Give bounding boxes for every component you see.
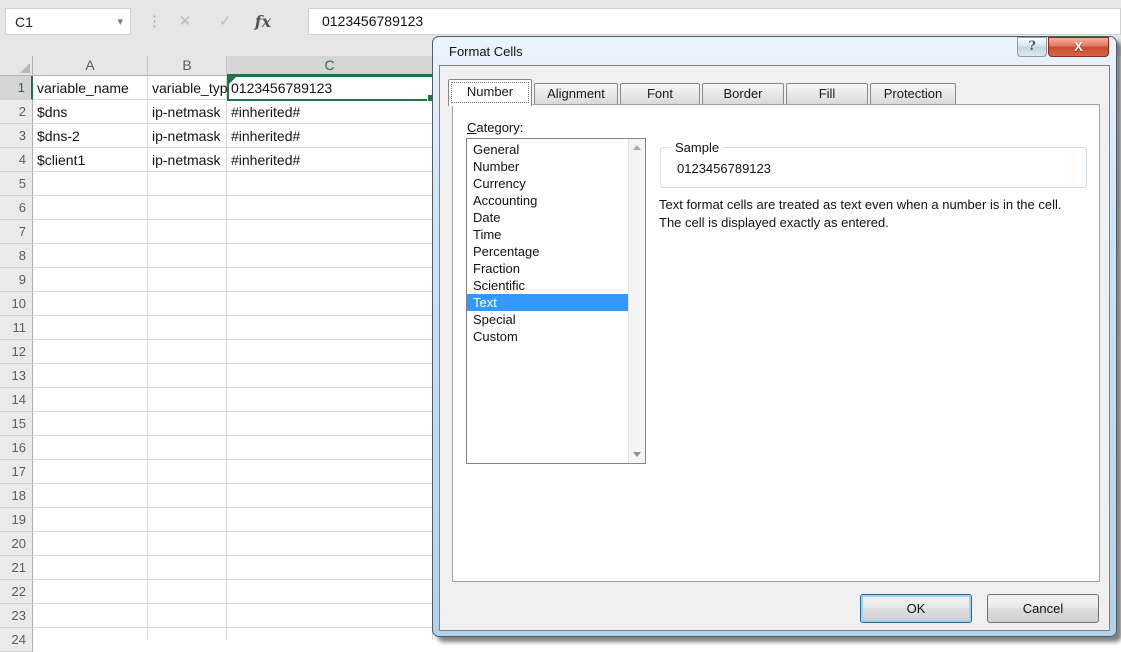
row-header-2[interactable]: 2: [0, 100, 33, 124]
tab-protection[interactable]: Protection: [870, 83, 956, 105]
row-header-10[interactable]: 10: [0, 292, 33, 316]
number-tab-panel: Category: GeneralNumberCurrencyAccountin…: [452, 104, 1100, 582]
row-header-6[interactable]: 6: [0, 196, 33, 220]
category-item-text[interactable]: Text: [467, 294, 628, 311]
category-item-time[interactable]: Time: [467, 226, 628, 243]
category-label: Category:: [467, 120, 523, 135]
category-item-general[interactable]: General: [467, 141, 628, 158]
tab-fill[interactable]: Fill: [786, 83, 868, 105]
category-scrollbar[interactable]: [628, 139, 645, 463]
category-item-currency[interactable]: Currency: [467, 175, 628, 192]
column-header-C[interactable]: C: [227, 56, 433, 76]
row-header-15[interactable]: 15: [0, 412, 33, 436]
column-header-A[interactable]: A: [33, 56, 148, 76]
formula-bar-separator-dots-icon: ⋮: [147, 12, 162, 30]
select-all-corner[interactable]: [0, 56, 33, 76]
cell-C4[interactable]: #inherited#: [227, 148, 433, 172]
scroll-down-icon: [633, 452, 641, 457]
cancel-entry-icon[interactable]: ✕: [168, 8, 202, 35]
row-header-22[interactable]: 22: [0, 580, 33, 604]
sample-value: 0123456789123: [677, 161, 771, 176]
sheet-grid[interactable]: variable_namevariable_type0123456789123$…: [33, 76, 435, 640]
dialog-title: Format Cells: [449, 44, 523, 59]
row-header-13[interactable]: 13: [0, 364, 33, 388]
selected-cell-outline: [227, 75, 434, 101]
row-header-9[interactable]: 9: [0, 268, 33, 292]
column-header-B[interactable]: B: [148, 56, 227, 76]
name-box-dropdown-icon[interactable]: ▾: [117, 15, 123, 28]
tab-border[interactable]: Border: [702, 83, 784, 105]
ok-button[interactable]: OK: [860, 594, 972, 623]
cell-B4[interactable]: ip-netmask: [148, 148, 227, 172]
cancel-button[interactable]: Cancel: [987, 594, 1099, 623]
format-description: Text format cells are treated as text ev…: [659, 196, 1061, 231]
name-box[interactable]: C1 ▾: [5, 8, 131, 35]
category-item-percentage[interactable]: Percentage: [467, 243, 628, 260]
category-item-date[interactable]: Date: [467, 209, 628, 226]
help-button[interactable]: ?: [1017, 37, 1047, 57]
cell-A2[interactable]: $dns: [33, 100, 148, 124]
close-button[interactable]: X: [1048, 37, 1109, 57]
row-header-19[interactable]: 19: [0, 508, 33, 532]
error-indicator-triangle-icon: [229, 77, 236, 84]
cell-B1[interactable]: variable_type: [148, 76, 227, 100]
row-header-1[interactable]: 1: [0, 76, 33, 100]
row-header-7[interactable]: 7: [0, 220, 33, 244]
row-header-16[interactable]: 16: [0, 436, 33, 460]
select-all-triangle-icon: [20, 63, 30, 73]
category-item-number[interactable]: Number: [467, 158, 628, 175]
row-header-5[interactable]: 5: [0, 172, 33, 196]
scroll-down-button[interactable]: [629, 446, 645, 463]
row-header-20[interactable]: 20: [0, 532, 33, 556]
category-item-special[interactable]: Special: [467, 311, 628, 328]
formula-input[interactable]: 0123456789123: [308, 8, 1121, 35]
row-header-21[interactable]: 21: [0, 556, 33, 580]
formula-value: 0123456789123: [322, 13, 1120, 29]
row-header-11[interactable]: 11: [0, 316, 33, 340]
row-header-12[interactable]: 12: [0, 340, 33, 364]
row-header-24[interactable]: 24: [0, 628, 33, 652]
cell-C3[interactable]: #inherited#: [227, 124, 433, 148]
tab-alignment[interactable]: Alignment: [534, 83, 618, 105]
row-header-23[interactable]: 23: [0, 604, 33, 628]
cell-A1[interactable]: variable_name: [33, 76, 148, 100]
sample-label: Sample: [671, 140, 723, 155]
row-header-18[interactable]: 18: [0, 484, 33, 508]
category-listbox[interactable]: GeneralNumberCurrencyAccountingDateTimeP…: [466, 138, 646, 464]
dialog-body: NumberAlignmentFontBorderFillProtection …: [439, 65, 1110, 631]
name-box-value: C1: [15, 14, 33, 30]
tab-number[interactable]: Number: [448, 79, 532, 106]
row-header-3[interactable]: 3: [0, 124, 33, 148]
row-header-17[interactable]: 17: [0, 460, 33, 484]
tab-font[interactable]: Font: [620, 83, 700, 105]
enter-entry-icon[interactable]: ✓: [208, 8, 242, 35]
cell-B3[interactable]: ip-netmask: [148, 124, 227, 148]
cell-B2[interactable]: ip-netmask: [148, 100, 227, 124]
scroll-up-button[interactable]: [629, 139, 645, 156]
cell-C2[interactable]: #inherited#: [227, 100, 433, 124]
cell-A4[interactable]: $client1: [33, 148, 148, 172]
row-header-4[interactable]: 4: [0, 148, 33, 172]
category-item-scientific[interactable]: Scientific: [467, 277, 628, 294]
row-header-14[interactable]: 14: [0, 388, 33, 412]
sample-groupbox: Sample 0123456789123: [660, 147, 1087, 188]
category-item-fraction[interactable]: Fraction: [467, 260, 628, 277]
row-header-8[interactable]: 8: [0, 244, 33, 268]
insert-function-icon[interactable]: fx: [246, 8, 280, 35]
category-item-custom[interactable]: Custom: [467, 328, 628, 345]
scroll-up-icon: [633, 145, 641, 150]
format-cells-dialog: Format Cells ? X NumberAlignmentFontBord…: [432, 36, 1117, 637]
category-item-accounting[interactable]: Accounting: [467, 192, 628, 209]
cell-A3[interactable]: $dns-2: [33, 124, 148, 148]
